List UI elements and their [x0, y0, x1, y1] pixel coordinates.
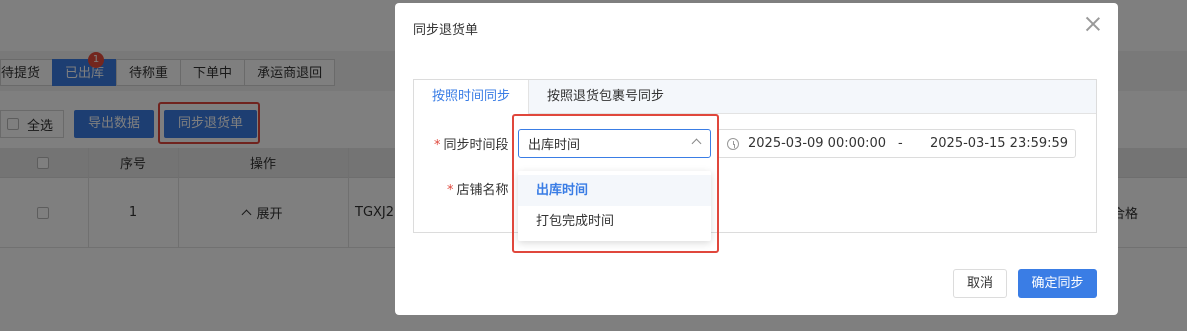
date-separator: -: [898, 136, 903, 151]
cancel-button[interactable]: 取消: [953, 269, 1007, 298]
tab-sync-by-package[interactable]: 按照退货包裹号同步: [529, 80, 682, 114]
highlight-dropdown: [512, 114, 719, 253]
confirm-sync-button[interactable]: 确定同步: [1018, 269, 1097, 298]
date-range-picker[interactable]: 2025-03-09 00:00:00 - 2025-03-15 23:59:5…: [717, 129, 1076, 158]
sync-return-dialog: 同步退货单 按照时间同步 按照退货包裹号同步 * 同步时间段 出库时间 2025-…: [395, 3, 1118, 315]
tab-sync-by-time[interactable]: 按照时间同步: [414, 80, 530, 115]
date-end: 2025-03-15 23:59:59: [930, 136, 1069, 151]
dialog-title: 同步退货单: [413, 23, 479, 38]
shop-label: * 店铺名称: [447, 183, 509, 198]
date-start: 2025-03-09 00:00:00: [748, 136, 887, 151]
period-label: * 同步时间段: [434, 138, 509, 153]
sync-mode-tabs: 按照时间同步 按照退货包裹号同步: [414, 80, 1096, 115]
close-icon[interactable]: [1084, 15, 1102, 33]
clock-icon: [727, 137, 739, 150]
